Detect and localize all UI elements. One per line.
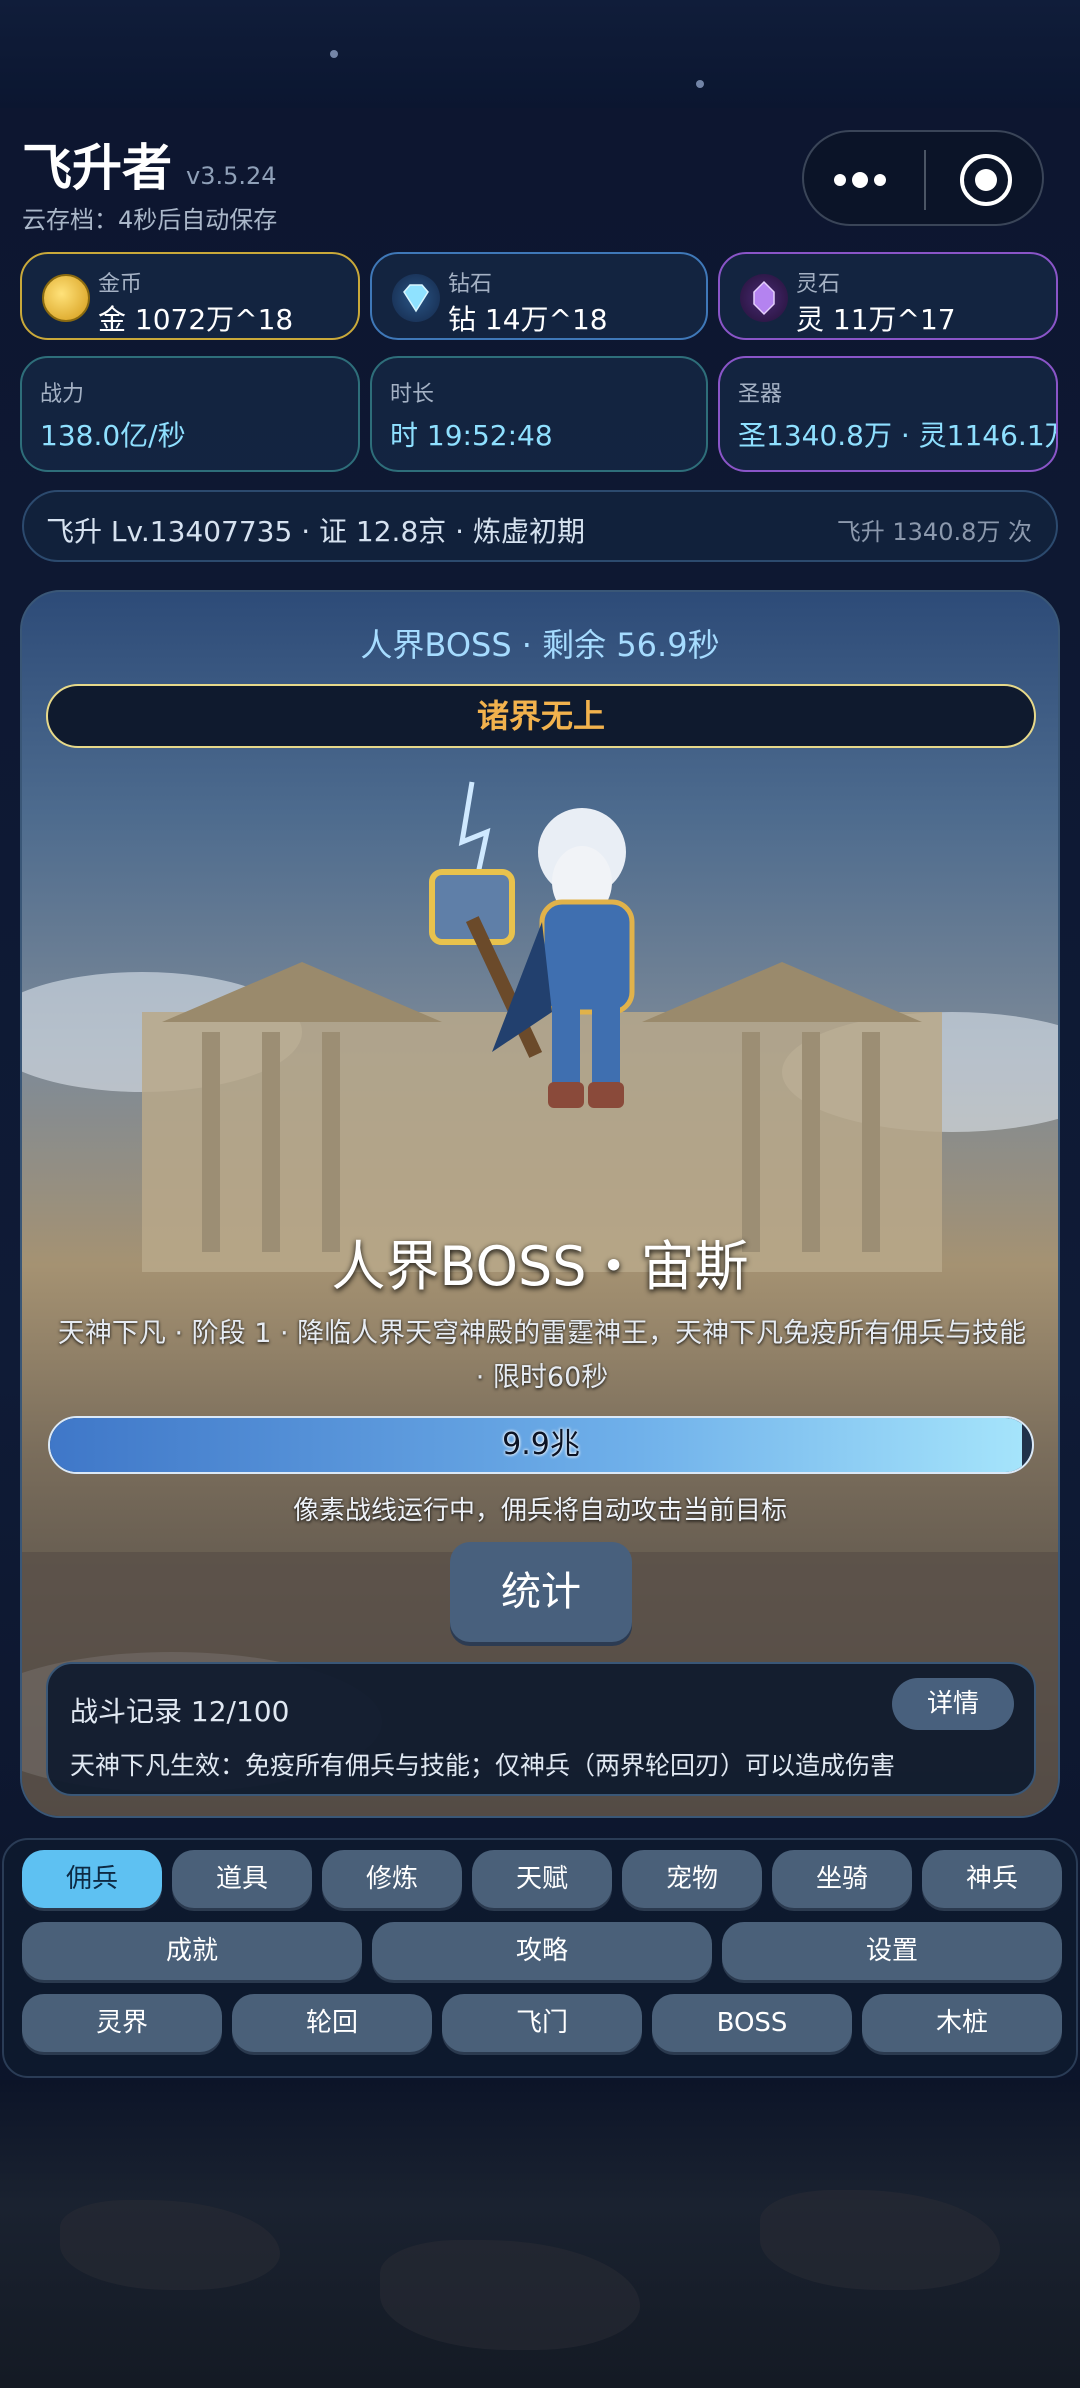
diamond-icon bbox=[392, 274, 440, 322]
stat-label: 战力 bbox=[40, 382, 85, 407]
rock-decoration bbox=[380, 2240, 640, 2350]
miniprogram-capsule bbox=[802, 130, 1044, 226]
nav-items[interactable]: 道具 bbox=[172, 1850, 312, 1908]
temple-column bbox=[742, 1032, 760, 1252]
ground-background bbox=[0, 2080, 1080, 2388]
boss-panel: 人界BOSS · 剩余 56.9秒 诸界无上 人界BOSS・宙斯 天神下凡 · … bbox=[20, 590, 1060, 1818]
nav-achievements[interactable]: 成就 bbox=[22, 1922, 362, 1980]
resource-diamond: 钻石 钻 14万^18 bbox=[370, 252, 708, 340]
battle-log: 战斗记录 12/100 详情 天神下凡生效：免疫所有佣兵与技能；仅神兵（两界轮回… bbox=[46, 1662, 1036, 1796]
boss-timer-header: 人界BOSS · 剩余 56.9秒 bbox=[360, 626, 720, 664]
nav-mount[interactable]: 坐骑 bbox=[772, 1850, 912, 1908]
stat-label: 圣器 bbox=[738, 382, 783, 407]
boss-hp-value: 9.9兆 bbox=[502, 1427, 580, 1462]
status-area bbox=[0, 0, 1080, 110]
resource-value: 金 1072万^18 bbox=[98, 303, 294, 336]
nav-boss[interactable]: BOSS bbox=[652, 1994, 852, 2052]
banner-text: 诸界无上 bbox=[476, 697, 605, 735]
more-icon[interactable] bbox=[834, 162, 894, 198]
boss-name: 人界BOSS・宙斯 bbox=[331, 1235, 749, 1298]
temple-column bbox=[802, 1032, 820, 1252]
battle-log-entry: 天神下凡生效：免疫所有佣兵与技能；仅神兵（两界轮回刃）可以造成伤害 bbox=[70, 1751, 896, 1780]
level-text: 飞升 Lv.13407735 · 证 12.8京 · 炼虚初期 bbox=[46, 515, 585, 548]
close-icon[interactable] bbox=[960, 154, 1012, 206]
rock-decoration bbox=[60, 2200, 280, 2290]
battle-hint: 像素战线运行中，佣兵将自动攻击当前目标 bbox=[292, 1496, 787, 1526]
nav-guide[interactable]: 攻略 bbox=[372, 1922, 712, 1980]
stat-artifact: 圣器 圣1340.8万 · 灵1146.1万 bbox=[718, 356, 1058, 472]
ascension-count: 飞升 1340.8万 次 bbox=[836, 518, 1032, 546]
star-decoration bbox=[330, 50, 338, 58]
resource-gold: 金币 金 1072万^18 bbox=[20, 252, 360, 340]
nav-reincarnation[interactable]: 轮回 bbox=[232, 1994, 432, 2052]
stat-duration: 时长 时 19:52:48 bbox=[370, 356, 708, 472]
nav-spirit-realm[interactable]: 灵界 bbox=[22, 1994, 222, 2052]
nav-pet[interactable]: 宠物 bbox=[622, 1850, 762, 1908]
temple-column bbox=[322, 1032, 340, 1252]
stat-value: 时 19:52:48 bbox=[390, 419, 553, 452]
bottom-nav: 佣兵 道具 修炼 天赋 宠物 坐骑 神兵 成就 攻略 设置 灵界 轮回 飞门 B… bbox=[2, 1838, 1078, 2078]
resource-value: 钻 14万^18 bbox=[448, 303, 608, 336]
realm-title-banner: 诸界无上 bbox=[46, 684, 1036, 748]
battle-log-title: 战斗记录 12/100 bbox=[70, 1695, 290, 1728]
nav-cultivation[interactable]: 修炼 bbox=[322, 1850, 462, 1908]
details-button[interactable]: 详情 bbox=[892, 1678, 1014, 1730]
boss-description: 天神下凡 · 阶段 1 · 降临人界天穹神殿的雷霆神王，天神下凡免疫所有佣兵与技… bbox=[57, 1318, 1027, 1393]
spirit-stone-icon bbox=[740, 274, 788, 322]
stats-button[interactable]: 统计 bbox=[450, 1542, 632, 1642]
nav-divine-weapon[interactable]: 神兵 bbox=[922, 1850, 1062, 1908]
version-label: v3.5.24 bbox=[186, 162, 277, 190]
boss-hp-bar: 9.9兆 bbox=[48, 1416, 1034, 1474]
zeus-boss-sprite[interactable] bbox=[402, 762, 722, 1142]
temple-column bbox=[262, 1032, 280, 1252]
nav-flying-gate[interactable]: 飞门 bbox=[442, 1994, 642, 2052]
app-title: 飞升者 bbox=[22, 139, 172, 197]
stat-value: 138.0亿/秒 bbox=[40, 419, 186, 452]
stat-value: 圣1340.8万 · 灵1146.1万 bbox=[738, 419, 1058, 452]
temple-roof bbox=[162, 962, 442, 1022]
star-decoration bbox=[696, 80, 704, 88]
resource-value: 灵 11万^17 bbox=[796, 303, 956, 336]
resource-label: 钻石 bbox=[448, 272, 493, 297]
resource-spirit-stone: 灵石 灵 11万^17 bbox=[718, 252, 1058, 340]
nav-mercenary[interactable]: 佣兵 bbox=[22, 1850, 162, 1908]
gold-coin-icon bbox=[42, 274, 90, 322]
ascension-level-bar: 飞升 Lv.13407735 · 证 12.8京 · 炼虚初期 飞升 1340.… bbox=[22, 490, 1058, 562]
resource-label: 灵石 bbox=[796, 272, 841, 297]
capsule-divider bbox=[924, 150, 926, 210]
resource-label: 金币 bbox=[98, 272, 143, 297]
nav-training-dummy[interactable]: 木桩 bbox=[862, 1994, 1062, 2052]
autosave-status: 云存档：4秒后自动保存 bbox=[22, 206, 278, 234]
nav-settings[interactable]: 设置 bbox=[722, 1922, 1062, 1980]
temple-column bbox=[862, 1032, 880, 1252]
stat-power: 战力 138.0亿/秒 bbox=[20, 356, 360, 472]
nav-talent[interactable]: 天赋 bbox=[472, 1850, 612, 1908]
rock-decoration bbox=[760, 2190, 1000, 2290]
temple-column bbox=[202, 1032, 220, 1252]
stat-label: 时长 bbox=[390, 382, 435, 407]
